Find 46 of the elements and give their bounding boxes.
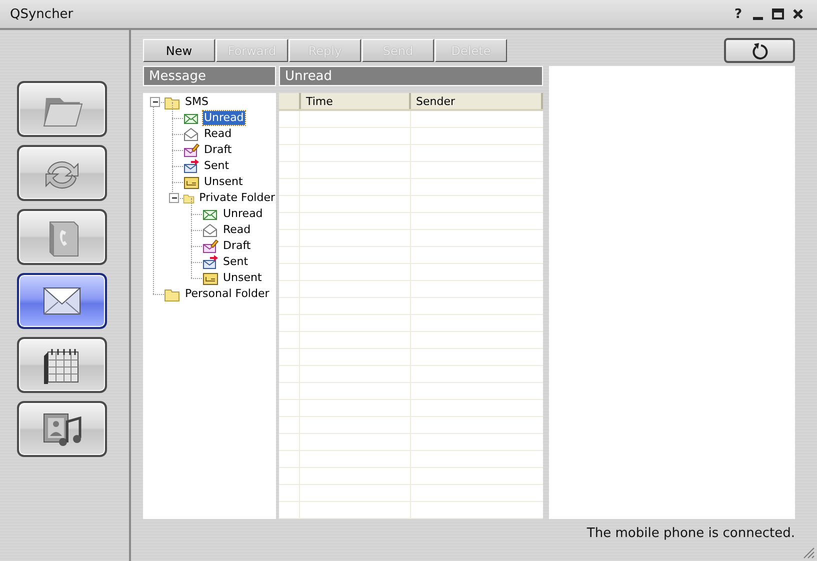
tree-item[interactable]: Personal Folder	[184, 287, 270, 301]
close-button[interactable]	[791, 7, 805, 21]
close-icon	[791, 7, 805, 21]
tree-item[interactable]: Draft	[203, 143, 233, 157]
tray-icon	[202, 270, 219, 286]
nav-button[interactable]	[17, 273, 107, 329]
tree-item[interactable]: Read	[203, 127, 233, 141]
tree-item[interactable]: Unread	[222, 207, 264, 221]
window-title: QSyncher	[10, 6, 74, 22]
open-envelope-icon	[202, 222, 219, 238]
open-envelope-icon	[183, 126, 200, 142]
panel-header: Message	[143, 66, 276, 86]
help-button[interactable]: ?	[731, 6, 745, 22]
tree-item[interactable]: Sent	[203, 159, 230, 173]
nav-button[interactable]	[17, 145, 107, 201]
collapse-toggle[interactable]	[150, 97, 160, 107]
nav-button[interactable]	[17, 337, 107, 393]
minimize-icon	[751, 16, 765, 20]
nav-button[interactable]	[17, 209, 107, 265]
column-header[interactable]: Time	[301, 93, 411, 109]
tree-item[interactable]: Private Folder	[198, 191, 276, 205]
resize-grip-icon	[801, 545, 815, 559]
maximize-button[interactable]	[771, 7, 785, 21]
collapse-toggle[interactable]	[168, 193, 178, 203]
panel-header: Unread	[279, 66, 543, 86]
column-header[interactable]: Sender	[411, 93, 543, 109]
refresh-button[interactable]	[724, 38, 795, 63]
envelope-arrow-icon	[183, 158, 200, 174]
status-text: The mobile phone is connected.	[586, 526, 795, 540]
envelope-pencil-icon	[202, 238, 219, 254]
tree-item[interactable]: Unread	[203, 111, 245, 125]
tree-item[interactable]: Draft	[222, 239, 252, 253]
envelope-pencil-icon	[183, 142, 200, 158]
tree-item[interactable]: Read	[222, 223, 252, 237]
refresh-icon	[750, 42, 768, 60]
envelope-arrow-icon	[202, 254, 219, 270]
tree-item[interactable]: Unsent	[203, 175, 244, 189]
tree-item[interactable]: Unsent	[222, 271, 263, 285]
toolbar-button[interactable]: New	[143, 39, 215, 62]
minimize-button[interactable]	[751, 16, 765, 20]
tree-item[interactable]: Sent	[222, 255, 250, 269]
nav-button[interactable]	[17, 81, 107, 137]
nav-button[interactable]	[17, 401, 107, 457]
tray-icon	[183, 174, 200, 190]
maximize-icon	[771, 7, 785, 21]
tree-item[interactable]: SMS	[184, 95, 210, 109]
